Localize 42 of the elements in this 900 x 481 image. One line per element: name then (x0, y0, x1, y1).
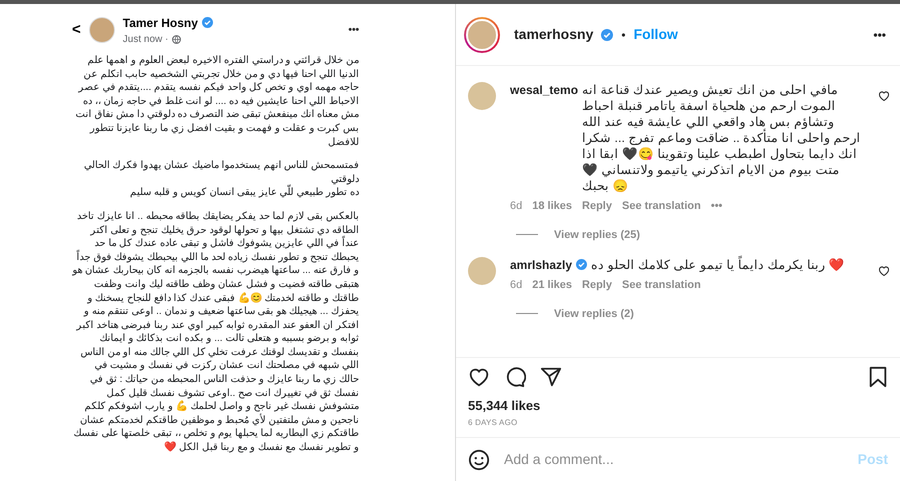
comment-text: مافي احلى من انك تعيش ويصير عندك قناعة انه الموت ارحم من هلحياة اسفة ياتامر قنبلة احباط وتشاؤم بس هاد واقعي اللي عايشة فيه عند الله ارحم واحلى انا متأكدة .. ضاقت وماعم تفرج ... شكرا انك دايما بتحاول اطبطب علينا وتقوينا 😋🖤 ابقا اذا متت بيوم من الايام اتذكرني ياتيمو ولاتنساني 🖤 بحبك 😞 (582, 82, 862, 194)
comment-username[interactable]: amrlshazly (510, 257, 572, 273)
reply-button[interactable]: Reply (582, 277, 612, 294)
translation-link[interactable]: See translation (622, 198, 701, 214)
post-time: Just now · (122, 32, 168, 46)
more-button[interactable]: ••• (873, 26, 886, 44)
avatar (468, 82, 496, 110)
more-button[interactable]: ••• (348, 22, 359, 38)
post-text: فمتسمحش للناس انهم يستخدموا ماضيك عشان يهدوا فكرك الحالي دلوقتي (82, 159, 359, 185)
view-replies-button[interactable]: View replies (2) (554, 306, 634, 322)
globe-icon (172, 34, 182, 44)
avatar (88, 17, 115, 43)
comment-time: 6d (510, 278, 522, 293)
like-count[interactable]: 21 likes (532, 277, 572, 294)
post-text: ده تطور طبيعي للّي عايز يبقى انسان كويس و قلبه سليم (72, 186, 359, 200)
translation-link[interactable]: See translation (622, 277, 701, 294)
back-button[interactable]: < (72, 18, 81, 42)
emoji-icon[interactable] (468, 448, 490, 470)
share-icon[interactable] (540, 366, 562, 388)
avatar (468, 257, 496, 285)
post-text: من خلال قرائتي و دراستي الفتره الاخيره لبعض العلوم و اهمها علم الدنيا اللي احنا فيها دي و من خلال تجربتي الشخصيه حابب اتكلم عن حاجه مهمه اوي و تخص كل واحد فيكم نفسه يتقدم ....يتقدم في عصر الاحباط اللي احنا عايشين فيه ده .... لو انت غلط في حاجه زمان ،، ده مش معناه انك مينفعش تبقى ضد التصرف ده دلوقتي دا مش نفاق انت بس كبرت و عقلت و فهمت و بقيت افضل زي ما ربنا عايزنا تتطور للافضل (74, 54, 359, 150)
like-count[interactable]: 18 likes (532, 198, 572, 214)
post-text: بالعكس بقى لازم لما حد يفكر يضايقك بطاقه محبطه .. انا عايزك تاخد الطاقه دي تشتغل بيها و تحولها لوقود حرق يخليك تنجح و تعلى اكتر عنداً في اللي عايزين يشوفوك فاشل و تبقى عاده عندك كل ما حد يحبطك تنجح و تطور نفسك زياده لحد ما اللي بيحبطك يشوفك فوق جداً و فارق عنه ... ساعتها هيضرب نفسه بالجزمه انه كان بيحاربك عشان هو هتبقى طاقته فضيت و فشل عشان وظف طاقته ليك وانت وظفت طاقتك و طاقته لخدمتك 😊💪 فبقى عندك كذا دافع للنجاح يسخنك و يحفزك ... هيجيلك هو بقى ساعتها ضعيف و ندمان .. اوعى تنتقم منه و افتكر ان العفو عند المقدره ثوابه كبير اوي عند ربنا فبرضى هتاخد اكبر ثوابه و برضو بسببه و هتعلى تالت ... و بكده انت بذكائك و ايمانك بنفسك و تقديسك لوقتك عرفت تخلي كل اللي جالك منه او من الناس اللي شبهه في مصلحتك انت عشان ركزت في نفسك و مشيت في حالك زي ما ربنا عايزك و حذفت الناس المحبطه من حياتك : ثق في نفسك ثق في تغييرك انت صح ..اوعى تشوف نفسك قليل كمل متشوفش نفسك غير ناجح و واصل لحلمك 💪 و يارب اشوفكم كلكم ناجحين و مش ملتفتين لأي مُحبط و موظفين طاقتكم لخدمتكم عشان طاقتكم زي البطاريه لما يحبلها يوم و تخلص ،، تبقى خلصتها على نفسك و تطوير نفسك مع نفسك و مع ربنا قبل الكل ❤ (72, 210, 359, 455)
avatar (464, 16, 500, 52)
separator-dot: • (621, 26, 626, 44)
heart-icon[interactable] (878, 265, 890, 277)
follow-button[interactable]: Follow (634, 24, 678, 45)
comment-username[interactable]: wesal_temo (510, 82, 578, 98)
username-link[interactable]: tamerhosny (514, 24, 594, 45)
view-replies-button[interactable]: View replies (25) (554, 226, 640, 243)
more-button[interactable]: ••• (710, 198, 722, 214)
comment-icon[interactable] (504, 366, 526, 388)
bookmark-icon[interactable] (868, 366, 888, 388)
comment-text: ربنا يكرمك دايماً يا تيمو على كلامك الحلو ده ❤ (591, 257, 864, 273)
author-name[interactable]: Tamer Hosny (122, 14, 198, 32)
like-icon[interactable] (468, 366, 490, 388)
likes-count[interactable]: 55,344 likes (468, 396, 888, 415)
heart-icon[interactable] (878, 90, 890, 102)
reply-button[interactable]: Reply (582, 198, 612, 214)
post-date: 6 DAYS AGO (468, 417, 518, 429)
comment-input-field[interactable]: Add a comment... (504, 449, 844, 470)
comment-time: 6d (510, 199, 522, 214)
